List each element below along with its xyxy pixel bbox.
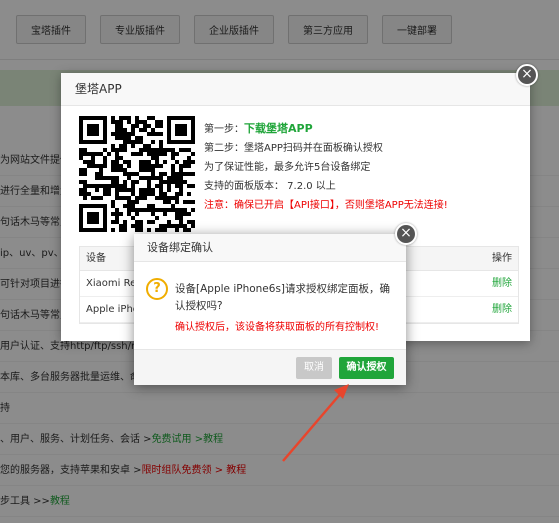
annotation-arrow-icon — [282, 384, 349, 462]
